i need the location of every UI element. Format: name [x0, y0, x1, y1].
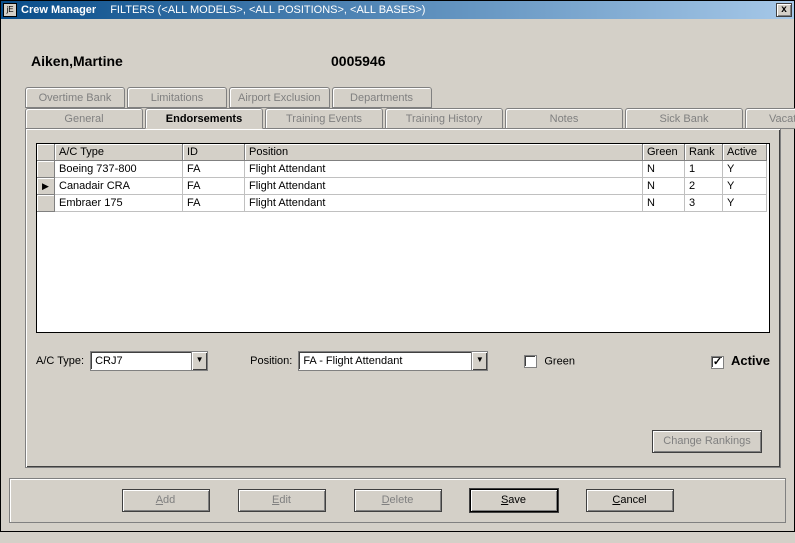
window-title: Crew Manager — [21, 4, 96, 16]
cell-position[interactable]: Flight Attendant — [245, 178, 643, 195]
person-id: 0005946 — [331, 53, 386, 69]
cell-active[interactable]: Y — [723, 161, 767, 178]
add-button[interactable]: Add — [122, 489, 210, 512]
tab-overtime-bank[interactable]: Overtime Bank — [25, 87, 125, 108]
row-selector-current-icon[interactable]: ▶ — [37, 178, 55, 195]
row-selector[interactable] — [37, 161, 55, 178]
ac-type-value: CRJ7 — [91, 355, 191, 367]
cell-id[interactable]: FA — [183, 161, 245, 178]
client-area: Aiken,Martine 0005946 Overtime Bank Limi… — [1, 19, 794, 523]
cell-ac-type[interactable]: Boeing 737-800 — [55, 161, 183, 178]
table-row[interactable]: ▶ Canadair CRA FA Flight Attendant N 2 Y — [37, 178, 769, 195]
tab-airport-exclusion[interactable]: Airport Exclusion — [229, 87, 330, 108]
cell-rank[interactable]: 3 — [685, 195, 723, 212]
chevron-down-icon[interactable]: ▼ — [191, 352, 207, 370]
table-row[interactable]: Boeing 737-800 FA Flight Attendant N 1 Y — [37, 161, 769, 178]
cell-active[interactable]: Y — [723, 195, 767, 212]
tab-departments[interactable]: Departments — [332, 87, 432, 108]
grid-header-row: A/C Type ID Position Green Rank Active — [37, 144, 769, 161]
cell-position[interactable]: Flight Attendant — [245, 195, 643, 212]
green-checkbox[interactable] — [524, 355, 537, 368]
active-checkbox-wrap[interactable]: Active — [711, 353, 770, 369]
position-value: FA - Flight Attendant — [299, 355, 471, 367]
col-header-active[interactable]: Active — [723, 144, 767, 161]
col-header-id[interactable]: ID — [183, 144, 245, 161]
change-rankings-button[interactable]: Change Rankings — [652, 430, 762, 453]
grid-corner — [37, 144, 55, 161]
crew-manager-window: jE Crew Manager FILTERS (<ALL MODELS>, <… — [0, 0, 795, 532]
col-header-rank[interactable]: Rank — [685, 144, 723, 161]
window-filters: FILTERS (<ALL MODELS>, <ALL POSITIONS>, … — [110, 4, 425, 16]
titlebar[interactable]: jE Crew Manager FILTERS (<ALL MODELS>, <… — [1, 1, 794, 19]
tab-training-events[interactable]: Training Events — [265, 108, 383, 129]
delete-button[interactable]: Delete — [354, 489, 442, 512]
active-checkbox[interactable] — [711, 356, 724, 369]
cell-id[interactable]: FA — [183, 195, 245, 212]
ac-type-label: A/C Type: — [36, 355, 84, 367]
green-checkbox-wrap[interactable]: Green — [524, 355, 575, 368]
tab-row-top: Overtime Bank Limitations Airport Exclus… — [25, 87, 784, 108]
edit-button[interactable]: Edit — [238, 489, 326, 512]
ac-type-combo[interactable]: CRJ7 ▼ — [90, 351, 208, 371]
endorsement-form: A/C Type: CRJ7 ▼ Position: FA - Flight A… — [36, 351, 770, 371]
tab-limitations[interactable]: Limitations — [127, 87, 227, 108]
close-icon[interactable]: x — [776, 3, 792, 17]
chevron-down-icon[interactable]: ▼ — [471, 352, 487, 370]
cell-position[interactable]: Flight Attendant — [245, 161, 643, 178]
tab-training-history[interactable]: Training History — [385, 108, 503, 129]
cell-rank[interactable]: 1 — [685, 161, 723, 178]
tab-general[interactable]: General — [25, 108, 143, 129]
tab-row-bottom: General Endorsements Training Events Tra… — [25, 108, 784, 129]
cell-green[interactable]: N — [643, 161, 685, 178]
active-label: Active — [731, 353, 770, 368]
cell-green[interactable]: N — [643, 178, 685, 195]
person-name: Aiken,Martine — [31, 53, 331, 69]
endorsements-panel: A/C Type ID Position Green Rank Active B… — [25, 128, 781, 468]
tab-endorsements[interactable]: Endorsements — [145, 108, 263, 129]
person-header: Aiken,Martine 0005946 — [1, 19, 794, 69]
cell-id[interactable]: FA — [183, 178, 245, 195]
save-button[interactable]: Save — [470, 489, 558, 512]
col-header-green[interactable]: Green — [643, 144, 685, 161]
col-header-ac-type[interactable]: A/C Type — [55, 144, 183, 161]
row-selector[interactable] — [37, 195, 55, 212]
cell-active[interactable]: Y — [723, 178, 767, 195]
tab-sick-bank[interactable]: Sick Bank — [625, 108, 743, 129]
endorsements-grid[interactable]: A/C Type ID Position Green Rank Active B… — [36, 143, 770, 333]
tab-vacation-bank[interactable]: Vacation Bank — [745, 108, 795, 129]
col-header-position[interactable]: Position — [245, 144, 643, 161]
tabs: Overtime Bank Limitations Airport Exclus… — [25, 87, 784, 468]
green-label: Green — [544, 355, 575, 367]
cancel-button[interactable]: Cancel — [586, 489, 674, 512]
app-icon: jE — [3, 3, 17, 17]
table-row[interactable]: Embraer 175 FA Flight Attendant N 3 Y — [37, 195, 769, 212]
cell-ac-type[interactable]: Embraer 175 — [55, 195, 183, 212]
position-label: Position: — [250, 355, 292, 367]
cell-ac-type[interactable]: Canadair CRA — [55, 178, 183, 195]
position-combo[interactable]: FA - Flight Attendant ▼ — [298, 351, 488, 371]
cell-rank[interactable]: 2 — [685, 178, 723, 195]
dialog-button-bar: Add Edit Delete Save Cancel — [9, 478, 786, 523]
tab-notes[interactable]: Notes — [505, 108, 623, 129]
cell-green[interactable]: N — [643, 195, 685, 212]
